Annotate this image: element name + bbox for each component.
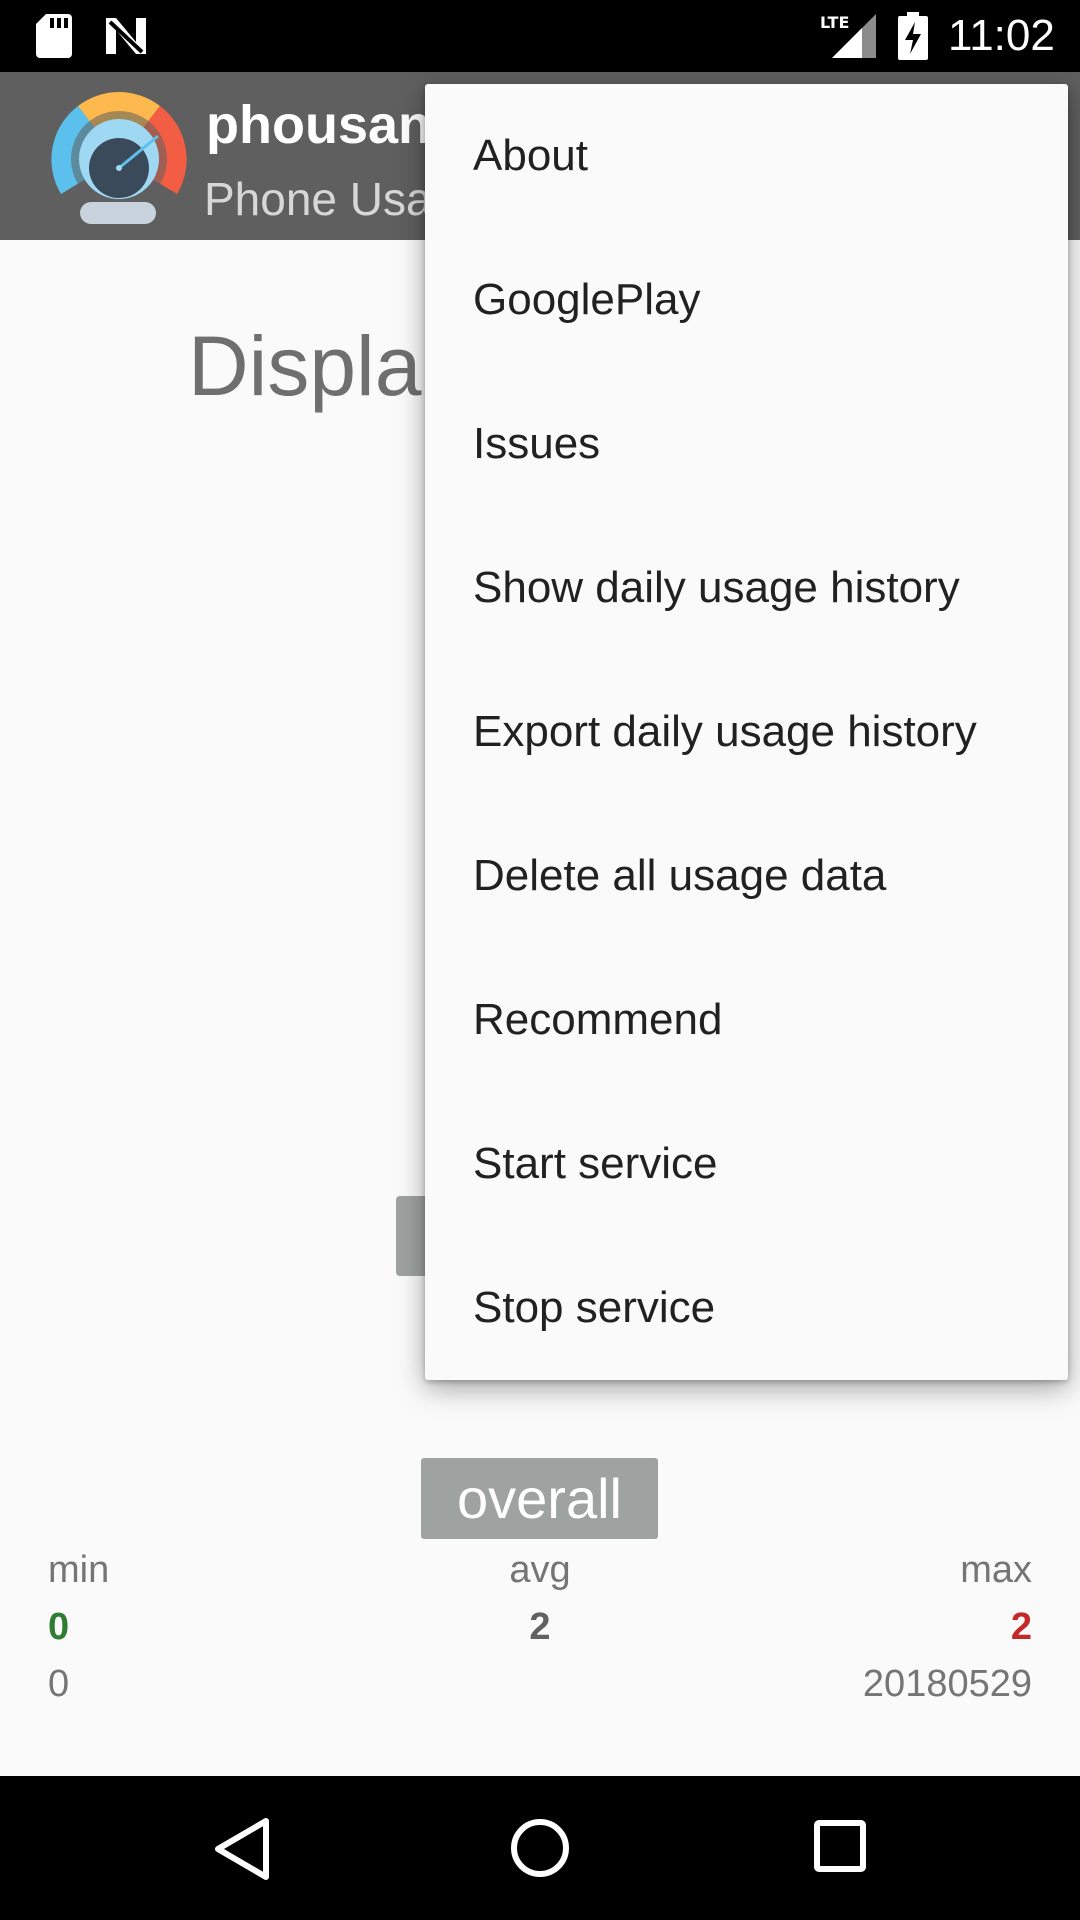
min-value: 0	[48, 1606, 70, 1648]
menu-item-show-history[interactable]: Show daily usage history	[425, 516, 1068, 660]
status-bar: LTE 11:02	[0, 0, 1080, 72]
menu-item-stop-service[interactable]: Stop service	[425, 1236, 1068, 1380]
menu-item-issues[interactable]: Issues	[425, 372, 1068, 516]
max-value: 2	[1010, 1606, 1032, 1648]
menu-item-start-service[interactable]: Start service	[425, 1092, 1068, 1236]
status-clock: 11:02	[948, 11, 1055, 60]
lte-signal-icon: LTE	[820, 13, 876, 58]
max-label: max	[960, 1549, 1032, 1591]
overall-button[interactable]: overall	[421, 1458, 658, 1539]
avg-column: avg 2	[440, 1542, 640, 1656]
back-icon[interactable]	[212, 1816, 272, 1882]
avg-label: avg	[509, 1549, 571, 1591]
app-subtitle: Phone Usa	[204, 173, 432, 225]
sd-card-icon	[36, 14, 72, 58]
menu-item-about[interactable]: About	[425, 84, 1068, 228]
speedometer-logo-icon	[51, 91, 187, 224]
home-icon[interactable]	[510, 1818, 570, 1878]
avg-value: 2	[529, 1606, 551, 1648]
max-date: 20180529	[862, 1663, 1032, 1705]
max-column: max 2 20180529	[863, 1542, 1032, 1713]
n-notification-icon	[106, 18, 146, 54]
min-label: min	[48, 1549, 110, 1591]
min-column: min 0 0	[48, 1542, 109, 1713]
menu-item-delete-data[interactable]: Delete all usage data	[425, 804, 1068, 948]
overflow-menu: About GooglePlay Issues Show daily usage…	[425, 84, 1068, 1380]
menu-item-export-history[interactable]: Export daily usage history	[425, 660, 1068, 804]
battery-charging-icon	[898, 12, 928, 60]
min-sub-value: 0	[48, 1663, 70, 1705]
app-title: phousan	[206, 95, 431, 155]
navigation-bar	[0, 1776, 1080, 1920]
lte-label: LTE	[820, 13, 849, 32]
menu-item-googleplay[interactable]: GooglePlay	[425, 228, 1068, 372]
recents-icon[interactable]	[814, 1820, 866, 1872]
menu-item-recommend[interactable]: Recommend	[425, 948, 1068, 1092]
page-heading: Displa	[188, 319, 422, 413]
